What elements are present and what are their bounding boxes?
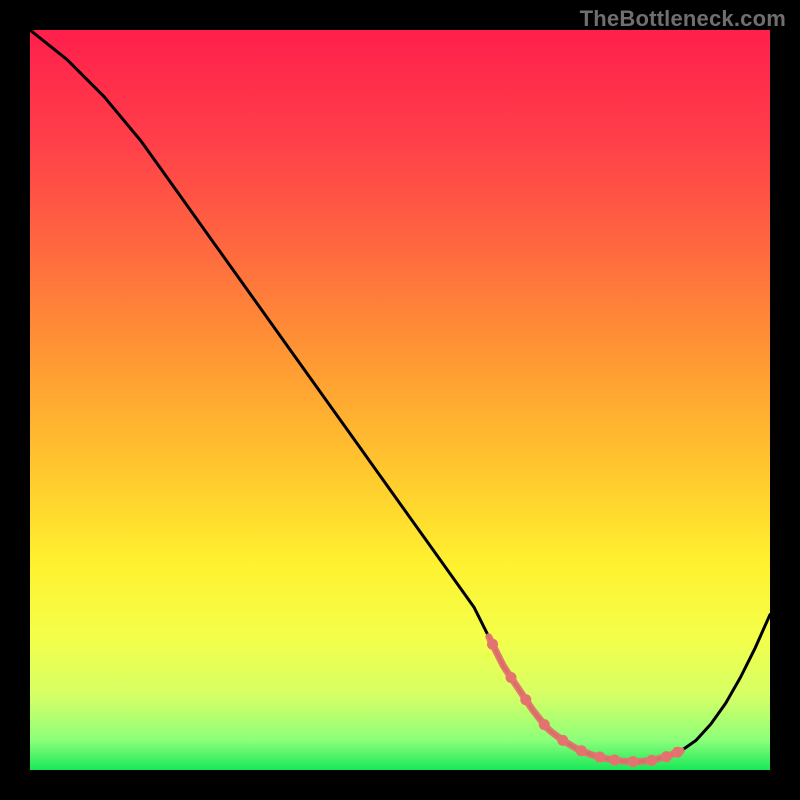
optimal-dot: [672, 747, 683, 758]
optimal-dot: [539, 719, 550, 730]
chart-container: TheBottleneck.com: [0, 0, 800, 800]
optimal-dot: [628, 756, 639, 767]
optimal-dot: [646, 755, 657, 766]
watermark-text: TheBottleneck.com: [580, 6, 786, 32]
optimal-dot: [487, 639, 498, 650]
optimal-dot: [594, 752, 605, 763]
optimal-dot: [609, 755, 620, 766]
optimal-dot: [576, 745, 587, 756]
optimal-dot: [661, 751, 672, 762]
chart-plot: [30, 30, 770, 770]
optimal-dot: [520, 694, 531, 705]
optimal-dot: [557, 735, 568, 746]
chart-svg: [30, 30, 770, 770]
optimal-dot: [506, 672, 517, 683]
